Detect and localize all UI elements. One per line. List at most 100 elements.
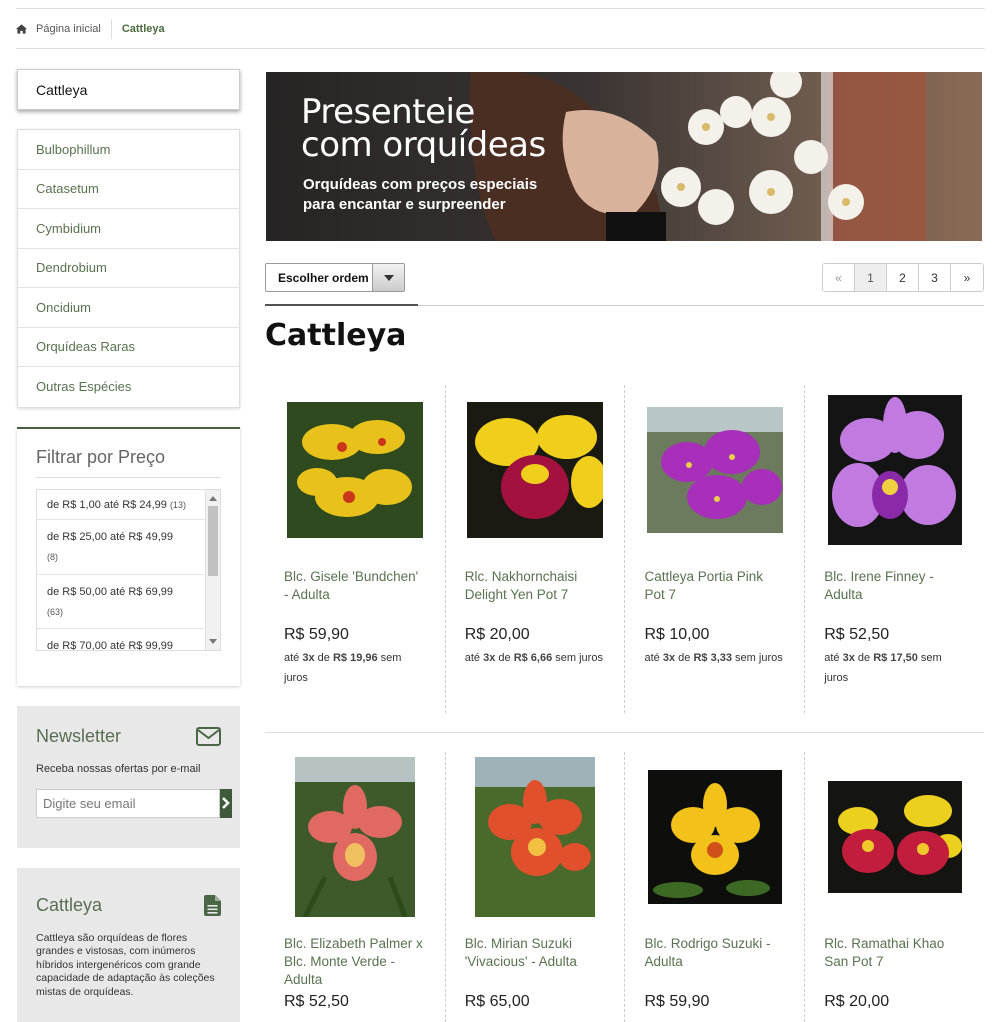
installment-value: R$ 17,50 (873, 652, 918, 664)
price-filter-list[interactable]: de R$ 1,00 até R$ 24,99 (13) de R$ 25,00… (36, 488, 221, 651)
product-image[interactable] (644, 752, 785, 922)
price-filter-option[interactable]: de R$ 25,00 até R$ 49,99 (8) (37, 520, 220, 575)
breadcrumb: Página inicial Cattleya (16, 9, 985, 49)
newsletter-title: Newsletter (36, 725, 122, 746)
sort-order-label: Escolher ordem (278, 270, 369, 285)
price-filter-option[interactable]: de R$ 50,00 até R$ 69,99 (63) (37, 575, 220, 629)
page-title: Cattleya (265, 318, 407, 353)
product-image[interactable] (824, 752, 965, 922)
product-name[interactable]: Rlc. Ramathai Khao San Pot 7 (824, 935, 965, 989)
banner-headline: Presenteie com orquídeas (301, 95, 546, 162)
product-image[interactable] (465, 385, 606, 555)
product-installments: até 3x de R$ 6,66 sem juros (465, 648, 606, 668)
category-info-title: Cattleya (36, 894, 103, 915)
newsletter-submit-button[interactable] (220, 788, 232, 818)
price-filter-option-count: (8) (47, 551, 58, 562)
breadcrumb-separator (110, 18, 112, 39)
product-card[interactable]: Cattleya Portia Pink Pot 7 R$ 10,00 até … (624, 385, 804, 713)
installment-suffix: sem juros (552, 652, 603, 664)
pagination-page-1[interactable]: 1 (855, 264, 887, 291)
pagination-prev[interactable]: « (823, 264, 855, 291)
product-name[interactable]: Cattleya Portia Pink Pot 7 (644, 568, 785, 622)
installment-prefix: até (284, 652, 303, 664)
installment-count: 3x (842, 652, 855, 664)
installment-count: 3x (302, 652, 315, 664)
installment-value: R$ 6,66 (513, 652, 553, 664)
category-item-outras-especies[interactable]: Outras Espécies (18, 367, 239, 407)
product-image[interactable] (644, 385, 785, 555)
installment-value: R$ 3,33 (693, 652, 732, 664)
product-card[interactable]: Blc. Mirian Suzuki 'Vivacious' - Adulta … (444, 752, 625, 1022)
filter-scrollbar[interactable] (205, 489, 220, 650)
chevron-right-icon (222, 797, 230, 809)
installment-mid: de (495, 652, 514, 664)
category-item-dendrobium[interactable]: Dendrobium (18, 249, 239, 288)
price-filter-option[interactable]: de R$ 70,00 até R$ 99,99 (37, 629, 220, 651)
product-price: R$ 20,00 (824, 993, 890, 1010)
sidebar: Cattleya Bulbophillum Catasetum Cymbidiu… (17, 69, 240, 1022)
product-image[interactable] (284, 752, 426, 922)
promo-banner[interactable]: Presenteie com orquídeas Orquídeas com p… (266, 72, 982, 241)
product-price: R$ 10,00 (644, 626, 710, 643)
product-card[interactable]: Blc. Elizabeth Palmer x Blc. Monte Verde… (265, 752, 445, 1022)
product-card[interactable]: Blc. Gisele 'Bundchen' - Adulta R$ 59,90… (265, 385, 445, 713)
product-price: R$ 52,50 (824, 626, 890, 643)
product-photo (294, 757, 415, 917)
newsletter-form (36, 788, 232, 818)
product-name[interactable]: Blc. Elizabeth Palmer x Blc. Monte Verde… (284, 935, 426, 989)
installment-mid: de (675, 652, 694, 664)
product-image[interactable] (284, 385, 426, 555)
page: Página inicial Cattleya Cattleya Bulboph… (0, 0, 1000, 1022)
price-filter-option-label: de R$ 70,00 até R$ 99,99 (47, 639, 173, 651)
product-image[interactable] (824, 385, 965, 555)
product-price: R$ 65,00 (464, 993, 530, 1010)
product-price: R$ 20,00 (464, 626, 530, 643)
pagination-page-3[interactable]: 3 (919, 264, 951, 291)
scroll-down-arrow-icon[interactable] (209, 638, 217, 644)
product-name[interactable]: Blc. Rodrigo Suzuki - Adulta (644, 935, 785, 989)
product-name[interactable]: Blc. Gisele 'Bundchen' - Adulta (284, 568, 426, 622)
category-item-oncidium[interactable]: Oncidium (18, 288, 239, 328)
scrollbar-thumb[interactable] (208, 505, 218, 576)
breadcrumb-home[interactable]: Página inicial (16, 23, 111, 35)
chevron-down-icon[interactable] (372, 264, 404, 291)
installment-mid: de (314, 652, 333, 664)
product-card[interactable]: Blc. Irene Finney - Adulta R$ 52,50 até … (804, 385, 984, 713)
product-name[interactable]: Rlc. Nakhornchaisi Delight Yen Pot 7 (465, 568, 606, 622)
product-photo (286, 402, 423, 538)
product-photo (467, 402, 604, 538)
installment-count: 3x (483, 652, 496, 664)
price-filter-option-count: (13) (169, 499, 186, 510)
product-row: Blc. Gisele 'Bundchen' - Adulta R$ 59,90… (265, 385, 984, 713)
product-card[interactable]: Rlc. Nakhornchaisi Delight Yen Pot 7 R$ … (444, 385, 625, 713)
price-filter-option[interactable]: de R$ 1,00 até R$ 24,99 (13) (37, 490, 220, 520)
product-card[interactable]: Rlc. Ramathai Khao San Pot 7 R$ 20,00 (804, 752, 984, 1022)
product-installments: até 3x de R$ 3,33 sem juros (644, 648, 785, 668)
sort-order-select[interactable]: Escolher ordem (265, 263, 405, 292)
breadcrumb-current: Cattleya (121, 22, 165, 35)
pagination-next[interactable]: » (951, 264, 983, 291)
installment-count: 3x (662, 652, 676, 664)
pagination: « 1 2 3 » (822, 263, 984, 292)
home-icon (16, 23, 27, 34)
scroll-up-arrow-icon[interactable] (209, 495, 217, 501)
newsletter-email-input[interactable] (36, 788, 220, 818)
category-item-bulbophillum[interactable]: Bulbophillum (18, 130, 239, 170)
category-item-orquideas-raras[interactable]: Orquídeas Raras (18, 328, 239, 367)
product-row: Blc. Elizabeth Palmer x Blc. Monte Verde… (265, 752, 984, 1022)
product-name[interactable]: Blc. Mirian Suzuki 'Vivacious' - Adulta (465, 935, 606, 989)
price-filter-option-label: de R$ 25,00 até R$ 49,99 (47, 530, 173, 543)
category-item-cymbidium[interactable]: Cymbidium (18, 209, 239, 249)
breadcrumb-home-label: Página inicial (36, 22, 101, 35)
category-item-catasetum[interactable]: Catasetum (18, 170, 239, 209)
product-price: R$ 59,90 (644, 993, 710, 1010)
category-title[interactable]: Cattleya (17, 69, 240, 110)
price-filter-title: Filtrar por Preço (36, 447, 221, 478)
product-name[interactable]: Blc. Irene Finney - Adulta (824, 568, 965, 622)
installment-value: R$ 19,96 (332, 652, 378, 664)
product-image[interactable] (465, 752, 606, 922)
product-card[interactable]: Blc. Rodrigo Suzuki - Adulta R$ 59,90 (624, 752, 804, 1022)
installment-mid: de (854, 652, 874, 664)
listing-toolbar: Escolher ordem « 1 2 3 » (265, 263, 984, 293)
pagination-page-2[interactable]: 2 (887, 264, 919, 291)
